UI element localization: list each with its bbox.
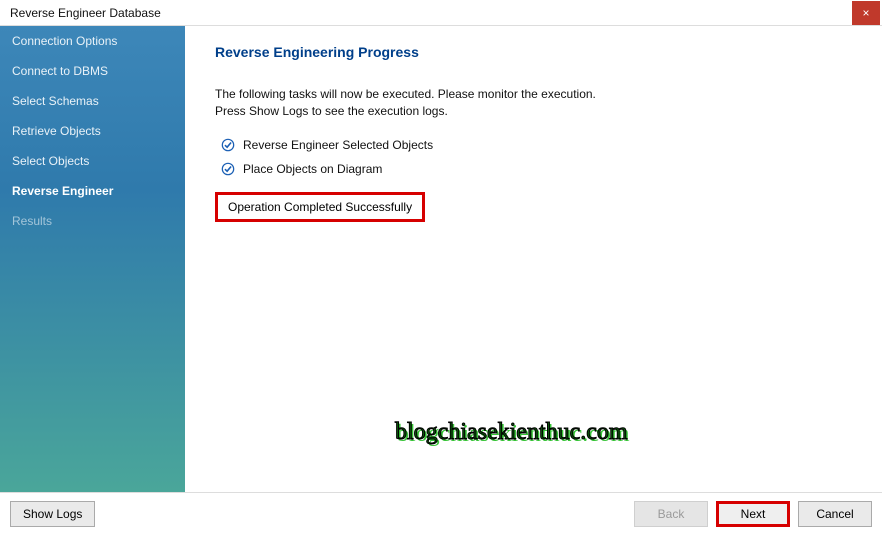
sidebar-item-select-schemas[interactable]: Select Schemas — [0, 86, 185, 116]
sidebar-item-label: Connection Options — [12, 34, 117, 48]
body: Connection Options Connect to DBMS Selec… — [0, 26, 882, 492]
sidebar-item-connection-options[interactable]: Connection Options — [0, 26, 185, 56]
close-button[interactable]: × — [852, 1, 880, 25]
show-logs-button[interactable]: Show Logs — [10, 501, 95, 527]
sidebar-item-select-objects[interactable]: Select Objects — [0, 146, 185, 176]
sidebar-item-label: Select Objects — [12, 154, 89, 168]
task-label: Reverse Engineer Selected Objects — [243, 138, 433, 152]
sidebar-item-label: Connect to DBMS — [12, 64, 108, 78]
sidebar-item-reverse-engineer[interactable]: Reverse Engineer — [0, 176, 185, 206]
sidebar-item-retrieve-objects[interactable]: Retrieve Objects — [0, 116, 185, 146]
task-label: Place Objects on Diagram — [243, 162, 382, 176]
cancel-button[interactable]: Cancel — [798, 501, 872, 527]
sidebar-item-label: Reverse Engineer — [12, 184, 113, 198]
sidebar-item-label: Retrieve Objects — [12, 124, 101, 138]
close-icon: × — [862, 6, 869, 20]
sidebar-item-results[interactable]: Results — [0, 206, 185, 236]
wizard-sidebar: Connection Options Connect to DBMS Selec… — [0, 26, 185, 492]
sidebar-item-label: Results — [12, 214, 52, 228]
page-heading: Reverse Engineering Progress — [215, 44, 852, 60]
info-line-1: The following tasks will now be executed… — [215, 87, 596, 101]
task-row: Place Objects on Diagram — [221, 162, 852, 176]
watermark-text: blogchiasekienthuc.com — [395, 419, 628, 446]
titlebar: Reverse Engineer Database × — [0, 0, 882, 26]
info-line-2: Press Show Logs to see the execution log… — [215, 104, 448, 118]
wizard-window: Reverse Engineer Database × Connection O… — [0, 0, 882, 537]
operation-status: Operation Completed Successfully — [215, 192, 425, 222]
task-row: Reverse Engineer Selected Objects — [221, 138, 852, 152]
next-button[interactable]: Next — [716, 501, 790, 527]
main-panel: Reverse Engineering Progress The followi… — [185, 26, 882, 492]
operation-status-highlight: Operation Completed Successfully — [215, 186, 852, 222]
info-text: The following tasks will now be executed… — [215, 86, 852, 120]
sidebar-item-connect-dbms[interactable]: Connect to DBMS — [0, 56, 185, 86]
back-button: Back — [634, 501, 708, 527]
wizard-footer: Show Logs Back Next Cancel — [0, 492, 882, 537]
sidebar-item-label: Select Schemas — [12, 94, 99, 108]
check-icon — [221, 162, 235, 176]
check-icon — [221, 138, 235, 152]
window-title: Reverse Engineer Database — [10, 6, 161, 20]
